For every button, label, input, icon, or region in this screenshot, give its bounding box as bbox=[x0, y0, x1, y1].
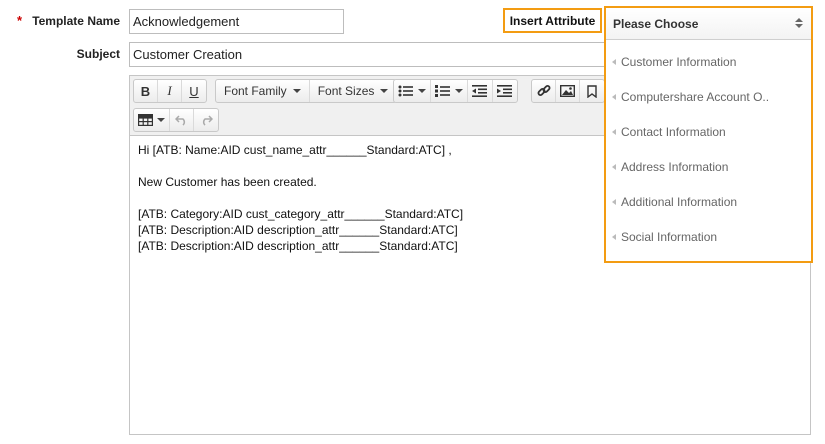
undo-button[interactable] bbox=[170, 109, 194, 131]
caret-left-icon bbox=[612, 198, 616, 205]
image-button[interactable] bbox=[556, 80, 580, 102]
insert-group bbox=[531, 79, 605, 103]
font-family-label: Font Family bbox=[224, 84, 287, 98]
chevron-down-icon bbox=[380, 89, 389, 93]
chevron-down-icon bbox=[157, 118, 165, 122]
dropdown-option[interactable]: Customer Information bbox=[606, 44, 811, 79]
image-icon bbox=[560, 85, 575, 97]
bookmark-icon bbox=[587, 84, 597, 98]
font-family-dropdown[interactable]: Font Family bbox=[216, 80, 310, 102]
format-group: B I U bbox=[133, 79, 207, 103]
bookmark-button[interactable] bbox=[580, 80, 604, 102]
link-icon bbox=[537, 85, 550, 96]
dropdown-selected[interactable]: Please Choose bbox=[606, 8, 811, 40]
outdent-icon bbox=[472, 85, 487, 97]
insert-attribute-label: Insert Attribute bbox=[509, 13, 596, 28]
subject-label: Subject bbox=[76, 47, 120, 61]
template-name-input[interactable] bbox=[129, 9, 344, 34]
numbered-list-icon bbox=[435, 85, 450, 97]
redo-button[interactable] bbox=[194, 109, 218, 131]
bullet-list-icon bbox=[398, 85, 413, 97]
underline-button[interactable]: U bbox=[182, 80, 206, 102]
table-button[interactable] bbox=[134, 109, 170, 131]
redo-icon bbox=[202, 114, 213, 126]
bullet-list-button[interactable] bbox=[394, 80, 431, 102]
outdent-button[interactable] bbox=[468, 80, 493, 102]
dropdown-selected-label: Please Choose bbox=[613, 16, 699, 31]
dropdown-option[interactable]: Additional Information bbox=[606, 184, 811, 219]
caret-left-icon bbox=[612, 233, 616, 240]
numbered-list-button[interactable] bbox=[431, 80, 468, 102]
chevron-down-icon bbox=[292, 89, 301, 93]
indent-icon bbox=[497, 85, 512, 97]
template-name-label: Template Name bbox=[32, 14, 120, 28]
table-history-group bbox=[133, 108, 219, 132]
required-marker: * bbox=[17, 13, 23, 28]
dropdown-option[interactable]: Computershare Account O.. bbox=[606, 79, 811, 114]
font-sizes-label: Font Sizes bbox=[317, 84, 375, 98]
attribute-dropdown[interactable]: Please Choose Customer Information Compu… bbox=[604, 6, 813, 263]
dropdown-option[interactable]: Address Information bbox=[606, 149, 811, 184]
indent-button[interactable] bbox=[493, 80, 517, 102]
bold-button[interactable]: B bbox=[134, 80, 158, 102]
sort-arrows-icon bbox=[795, 18, 803, 30]
font-sizes-dropdown[interactable]: Font Sizes bbox=[310, 80, 397, 102]
subject-input[interactable] bbox=[129, 42, 619, 67]
caret-left-icon bbox=[612, 93, 616, 100]
dropdown-options: Customer Information Computershare Accou… bbox=[606, 40, 811, 254]
caret-left-icon bbox=[612, 128, 616, 135]
table-icon bbox=[138, 114, 153, 126]
font-group: Font Family Font Sizes bbox=[215, 79, 398, 103]
undo-icon bbox=[175, 114, 186, 126]
dropdown-option[interactable]: Contact Information bbox=[606, 114, 811, 149]
italic-button[interactable]: I bbox=[158, 80, 182, 102]
chevron-down-icon bbox=[455, 89, 463, 93]
caret-left-icon bbox=[612, 163, 616, 170]
list-group bbox=[393, 79, 518, 103]
dropdown-option[interactable]: Social Information bbox=[606, 219, 811, 254]
chevron-down-icon bbox=[418, 89, 426, 93]
insert-attribute-button[interactable]: Insert Attribute bbox=[503, 8, 602, 33]
link-button[interactable] bbox=[532, 80, 556, 102]
caret-left-icon bbox=[612, 58, 616, 65]
